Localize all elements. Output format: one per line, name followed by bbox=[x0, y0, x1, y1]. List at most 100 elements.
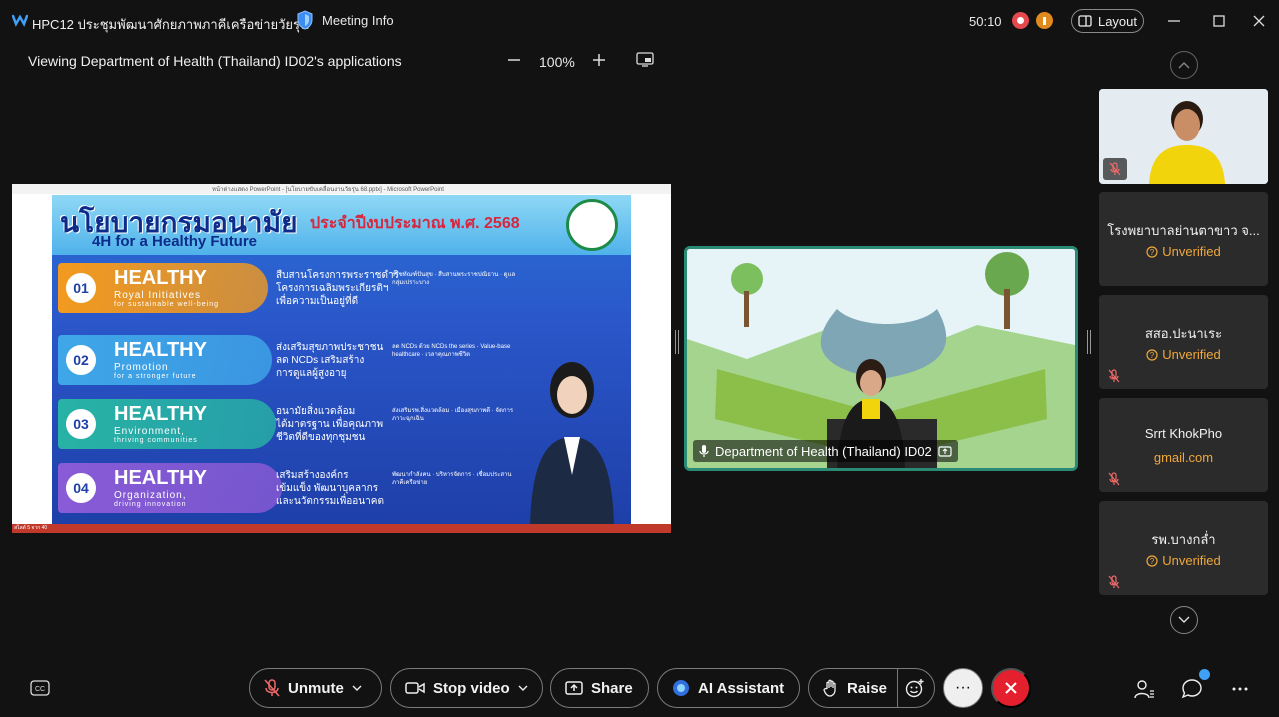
screen-share-icon bbox=[938, 445, 952, 457]
pillar-notes: ลด NCDs ด้วย NCDs the series · Value-bas… bbox=[392, 344, 511, 358]
pillar-desc: ส่งเสริมสุขภาพประชาชน ลด NCDs เสริมสร้าง… bbox=[276, 342, 384, 379]
participant-tile[interactable]: สสอ.ปะนาเระ ? Unverified bbox=[1099, 295, 1268, 389]
participant-status-text: Unverified bbox=[1162, 244, 1221, 259]
muted-microphone-icon bbox=[1108, 369, 1120, 383]
webex-logo-icon bbox=[12, 14, 28, 27]
muted-microphone-icon bbox=[1108, 472, 1120, 486]
meeting-title: HPC12 ประชุมพัฒนาศักยภาพภาคีเครือข่ายวัย… bbox=[32, 17, 309, 32]
share-label: Share bbox=[591, 679, 633, 697]
share-screen-icon bbox=[565, 681, 583, 695]
end-call-button[interactable] bbox=[991, 668, 1031, 708]
participant-status: ? Unverified bbox=[1099, 244, 1268, 259]
recording-indicator-icon[interactable] bbox=[1012, 12, 1029, 29]
muted-microphone-icon bbox=[264, 679, 280, 697]
pillar-03: 03 HEALTHY Environment, thriving communi… bbox=[58, 399, 276, 449]
unverified-icon: ? bbox=[1146, 554, 1158, 567]
participant-name: โรงพยาบาลย่านตาขาว จ... bbox=[1107, 223, 1260, 238]
resize-handle-right[interactable] bbox=[1087, 330, 1091, 354]
participant-status-text: Unverified bbox=[1162, 553, 1221, 568]
stop-video-button[interactable]: Stop video bbox=[390, 668, 543, 708]
layout-icon bbox=[1078, 15, 1092, 27]
chevron-down-icon bbox=[1178, 616, 1190, 623]
pillar-02: 02 HEALTHY Promotion for a stronger futu… bbox=[58, 335, 272, 385]
pillar-name: HEALTHY bbox=[114, 467, 207, 489]
ai-assistant-button[interactable]: AI Assistant bbox=[657, 668, 800, 708]
reactions-group: Raise bbox=[808, 668, 935, 708]
closed-captions-icon[interactable]: CC bbox=[30, 680, 50, 696]
participant-status: ? Unverified bbox=[1099, 347, 1268, 362]
stop-video-label: Stop video bbox=[433, 679, 510, 697]
pillar-name: HEALTHY bbox=[114, 339, 207, 361]
chat-icon[interactable] bbox=[1181, 678, 1203, 700]
presenter-photo bbox=[530, 362, 614, 524]
shared-window-statusbar: สไลด์ 5 จาก 40 bbox=[12, 524, 671, 533]
meeting-info-button[interactable]: Meeting Info bbox=[296, 10, 394, 30]
popout-icon[interactable] bbox=[636, 52, 654, 68]
pillar-name: HEALTHY bbox=[114, 267, 207, 289]
pillar-label: HEALTHY Promotion for a stronger future bbox=[114, 340, 207, 380]
pillar-number: 03 bbox=[66, 409, 96, 439]
scroll-down-button[interactable] bbox=[1170, 606, 1198, 634]
unverified-icon: ? bbox=[1146, 245, 1158, 258]
participant-status: gmail.com bbox=[1099, 450, 1268, 465]
zoom-in-icon[interactable] bbox=[590, 51, 608, 69]
participant-name: สสอ.ปะนาเระ bbox=[1144, 326, 1223, 341]
resize-handle-left[interactable] bbox=[675, 330, 679, 354]
more-options-button[interactable]: ··· bbox=[943, 668, 983, 708]
participant-name: รพ.บางกล่ำ bbox=[1151, 532, 1216, 547]
svg-text:?: ? bbox=[1150, 248, 1155, 257]
participant-tile[interactable]: Srrt KhokPho gmail.com bbox=[1099, 398, 1268, 492]
close-icon[interactable] bbox=[1250, 12, 1268, 30]
chevron-down-icon bbox=[518, 685, 528, 691]
presentation-slide: นโยบายกรมอนามัย 4H for a Healthy Future … bbox=[52, 195, 631, 524]
close-icon bbox=[1005, 682, 1017, 694]
pillar-tag: Environment, bbox=[114, 426, 185, 437]
emoji-reaction-icon bbox=[905, 679, 924, 698]
pillar-01: 01 HEALTHY Royal Initiatives for sustain… bbox=[58, 263, 268, 313]
pillar-label: HEALTHY Organization, driving innovation bbox=[114, 468, 207, 508]
unverified-icon: ? bbox=[1146, 348, 1158, 361]
layout-button[interactable]: Layout bbox=[1071, 9, 1144, 33]
raise-hand-icon bbox=[823, 679, 836, 697]
pillar-tagline: thriving communities bbox=[114, 437, 198, 444]
slide-counter: สไลด์ 5 จาก 40 bbox=[14, 525, 48, 531]
self-mute-indicator bbox=[1103, 158, 1127, 180]
pillar-name: HEALTHY bbox=[114, 403, 207, 425]
shield-icon bbox=[297, 10, 313, 30]
raise-hand-button[interactable]: Raise bbox=[823, 669, 897, 707]
minimize-icon[interactable] bbox=[1165, 12, 1183, 30]
participants-icon[interactable] bbox=[1133, 678, 1155, 700]
participant-status: ? Unverified bbox=[1099, 553, 1268, 568]
pillar-notes: ส่งเสริมรพ.สิ่งแวดล้อม · เมืองสุขภาพดี ·… bbox=[392, 408, 514, 422]
slide-year: ประจำปีงบประมาณ พ.ศ. 2568 bbox=[310, 215, 520, 232]
participant-tile[interactable]: รพ.บางกล่ำ ? Unverified bbox=[1099, 501, 1268, 595]
active-speaker-video[interactable]: Department of Health (Thailand) ID02 bbox=[684, 246, 1078, 471]
ai-assistant-icon bbox=[673, 680, 689, 696]
maximize-icon[interactable] bbox=[1210, 12, 1228, 30]
unmute-button[interactable]: Unmute bbox=[249, 668, 382, 708]
participant-tile[interactable]: โรงพยาบาลย่านตาขาว จ... ? Unverified bbox=[1099, 192, 1268, 286]
slide-subtitle: 4H for a Healthy Future bbox=[92, 233, 258, 250]
zoom-level: 100% bbox=[539, 54, 575, 70]
scroll-up-button[interactable] bbox=[1170, 51, 1198, 79]
self-view-video[interactable] bbox=[1099, 89, 1268, 184]
department-logo-icon bbox=[566, 199, 618, 251]
participant-status-text: Unverified bbox=[1162, 347, 1221, 362]
shared-window-title: หน้าต่างแสดง PowerPoint - [นโยบายขับเคลื… bbox=[212, 187, 444, 193]
pillar-number: 04 bbox=[66, 473, 96, 503]
more-apps-icon[interactable] bbox=[1229, 678, 1251, 700]
meeting-timer: 50:10 bbox=[969, 14, 1002, 29]
video-camera-icon bbox=[405, 682, 425, 694]
pillar-label: HEALTHY Environment, thriving communitie… bbox=[114, 404, 207, 444]
pillar-tagline: driving innovation bbox=[114, 501, 187, 508]
more-options-label: ··· bbox=[955, 679, 971, 696]
zoom-out-icon[interactable] bbox=[505, 51, 523, 69]
viewing-banner: Viewing Department of Health (Thailand) … bbox=[28, 53, 402, 69]
unmute-label: Unmute bbox=[288, 679, 344, 697]
chevron-down-icon bbox=[352, 685, 362, 691]
muted-microphone-icon bbox=[1109, 162, 1121, 176]
reactions-button[interactable] bbox=[898, 669, 932, 707]
network-stats-icon[interactable] bbox=[1036, 12, 1053, 29]
share-button[interactable]: Share bbox=[550, 668, 649, 708]
shared-screen[interactable]: หน้าต่างแสดง PowerPoint - [นโยบายขับเคลื… bbox=[12, 184, 671, 533]
